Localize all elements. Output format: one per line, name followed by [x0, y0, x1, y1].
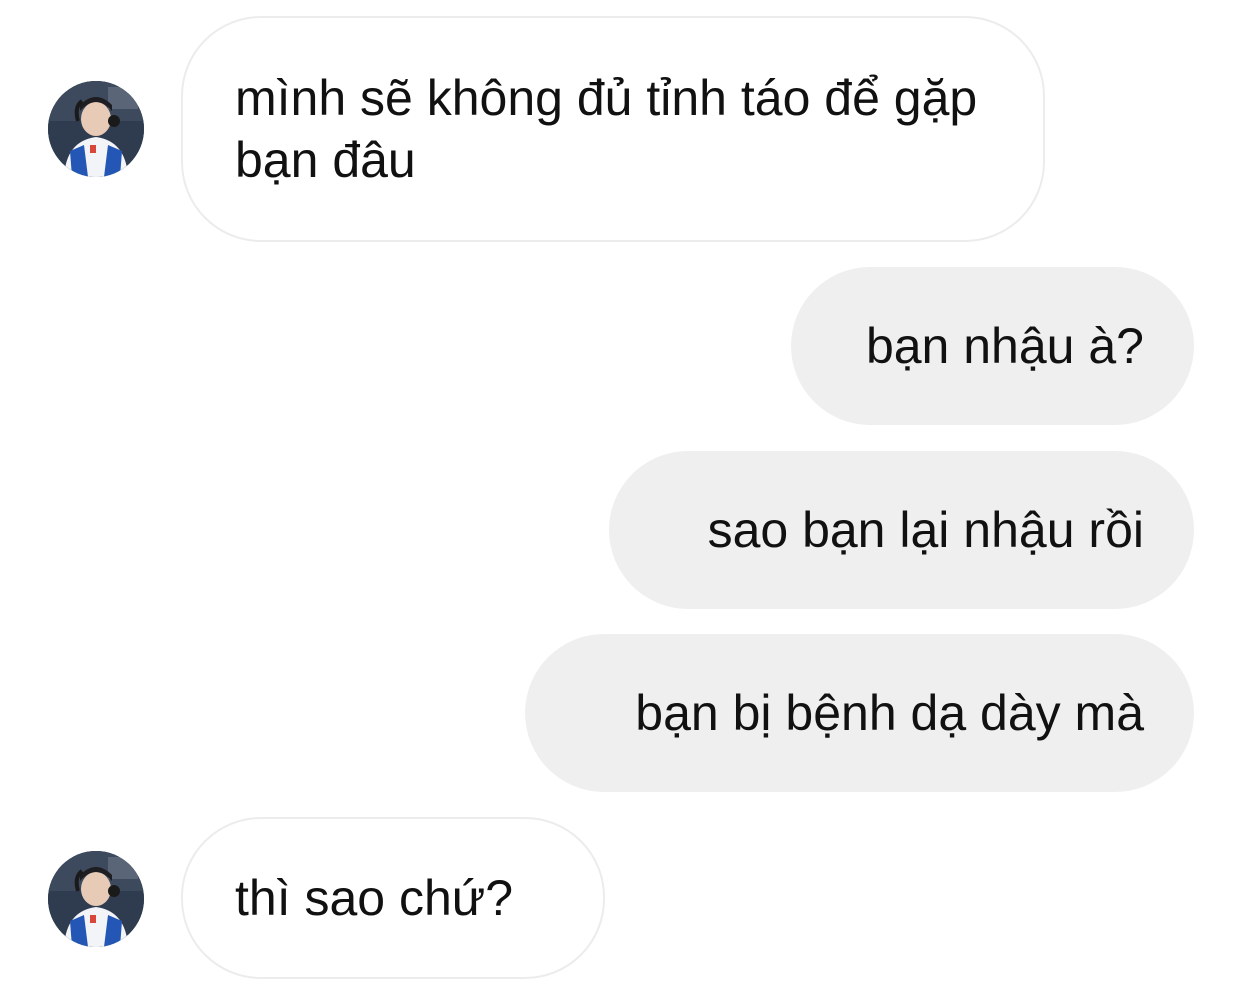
- message-text: mình sẽ không đủ tỉnh táo để gặp bạn đâu: [235, 70, 978, 188]
- incoming-message-bubble[interactable]: mình sẽ không đủ tỉnh táo để gặp bạn đâu: [181, 16, 1045, 242]
- incoming-message-bubble[interactable]: thì sao chứ?: [181, 817, 605, 979]
- avatar-photo-icon: [48, 851, 144, 947]
- avatar-photo-icon: [48, 81, 144, 177]
- outgoing-message-bubble[interactable]: bạn bị bệnh dạ dày mà: [525, 634, 1194, 792]
- message-text: thì sao chứ?: [235, 870, 514, 926]
- message-text: bạn nhậu à?: [865, 318, 1144, 374]
- message-text: sao bạn lại nhậu rồi: [707, 502, 1144, 558]
- message-text: bạn bị bệnh dạ dày mà: [635, 685, 1144, 741]
- outgoing-message-bubble[interactable]: bạn nhậu à?: [791, 267, 1194, 425]
- message-thread: mình sẽ không đủ tỉnh táo để gặp bạn đâu…: [0, 0, 1242, 998]
- sender-avatar[interactable]: [48, 81, 144, 177]
- outgoing-message-bubble[interactable]: sao bạn lại nhậu rồi: [609, 451, 1194, 609]
- sender-avatar[interactable]: [48, 851, 144, 947]
